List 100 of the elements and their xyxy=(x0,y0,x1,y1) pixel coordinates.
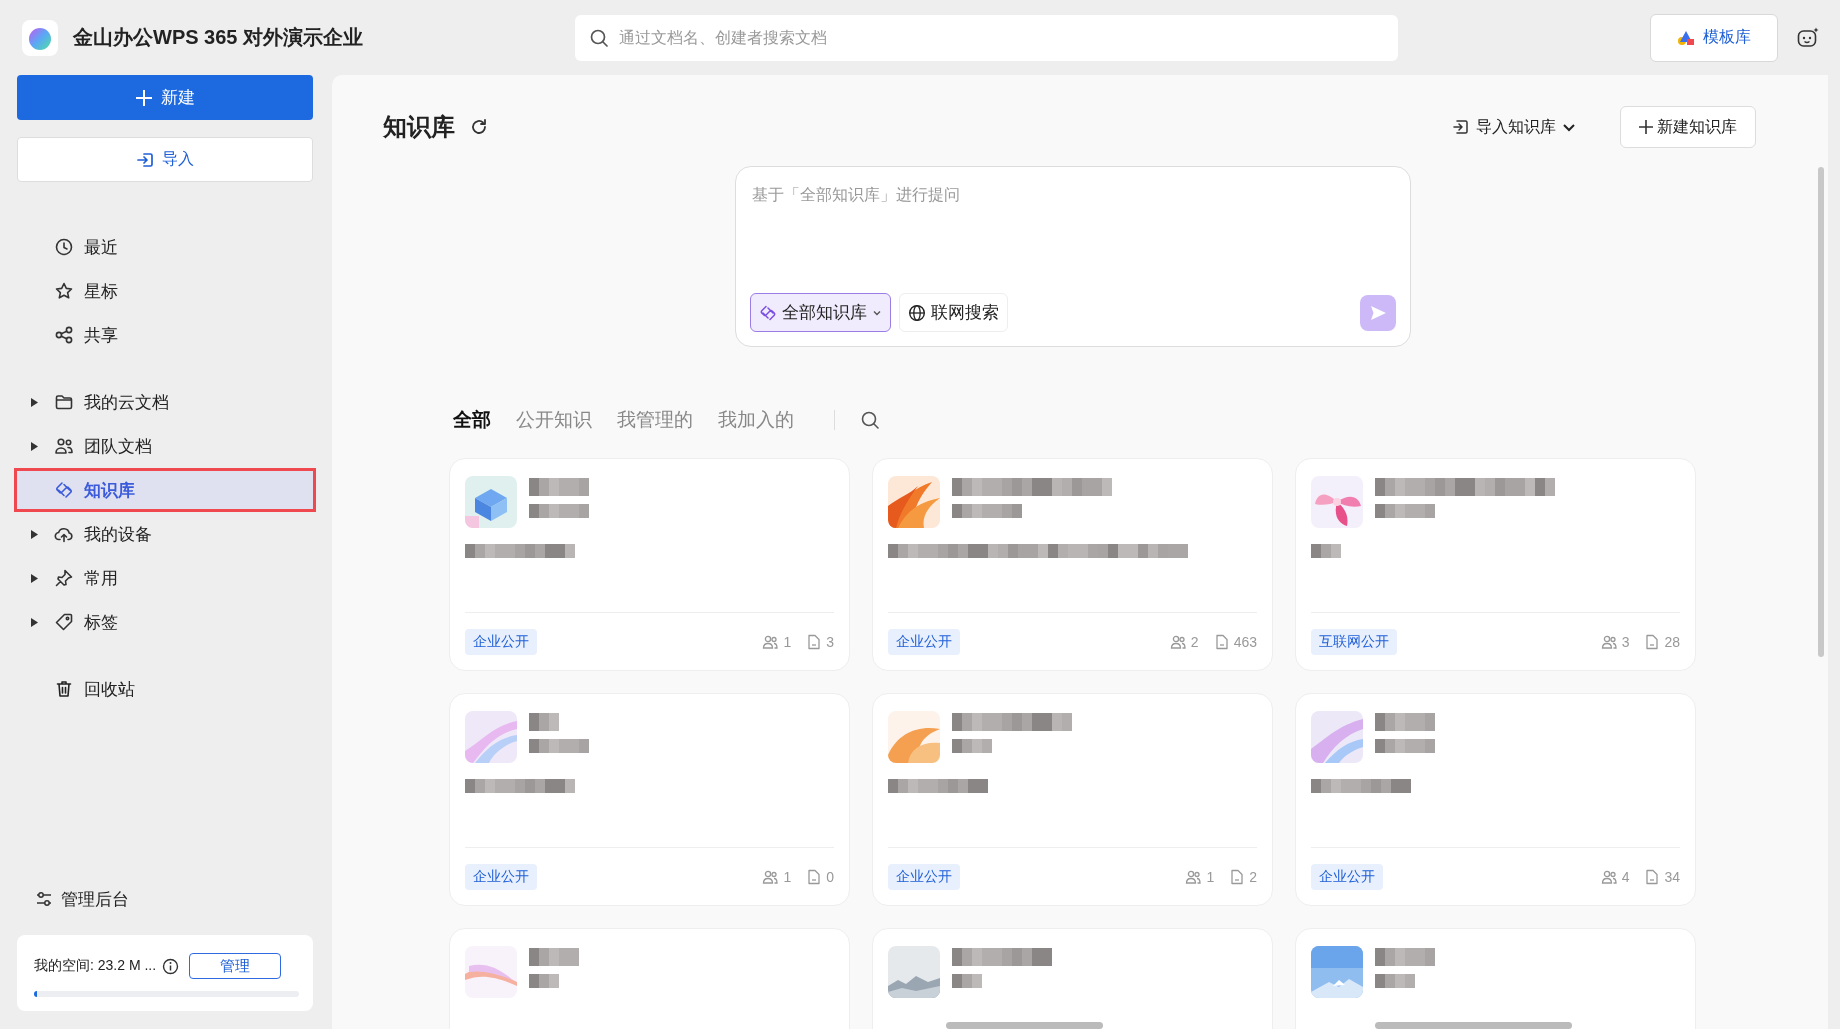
blurred-text xyxy=(529,739,589,753)
storage-label: 我的空间: 23.2 M ... xyxy=(34,957,157,975)
knowledge-base-card[interactable]: 互联网公开 3 28 xyxy=(1295,458,1696,671)
filter-tab[interactable]: 全部 xyxy=(453,407,491,433)
expand-caret-icon[interactable] xyxy=(30,441,39,451)
star-icon xyxy=(54,281,74,301)
blurred-text xyxy=(529,713,559,731)
plus-icon xyxy=(135,88,153,107)
visibility-tag: 企业公开 xyxy=(888,628,960,655)
nav-item[interactable]: 常用 xyxy=(14,556,316,600)
member-count: 1 xyxy=(783,633,792,650)
app-title: 金山办公WPS 365 对外演示企业 xyxy=(73,25,364,50)
blurred-text xyxy=(1375,713,1435,731)
document-icon xyxy=(1214,633,1229,650)
document-count: 2 xyxy=(1249,868,1257,885)
import-knowledge-base-menu[interactable]: 导入知识库 xyxy=(1446,115,1582,139)
blurred-text xyxy=(952,739,992,753)
blurred-text xyxy=(1311,544,1341,558)
blurred-text xyxy=(952,974,982,988)
document-icon xyxy=(807,633,822,650)
share-icon xyxy=(54,325,74,345)
expand-caret-icon[interactable] xyxy=(30,573,39,583)
people-icon xyxy=(1169,633,1186,650)
nav-item[interactable]: 团队文档 xyxy=(14,424,316,468)
nav-item[interactable]: 知识库 xyxy=(14,468,316,512)
member-count: 1 xyxy=(783,868,792,885)
scope-dropdown[interactable]: 全部知识库 xyxy=(749,293,891,332)
nav-item[interactable]: 标签 xyxy=(14,600,316,644)
people-icon xyxy=(762,868,779,885)
visibility-tag: 企业公开 xyxy=(465,628,537,655)
people-icon xyxy=(1600,633,1617,650)
blurred-text xyxy=(529,974,559,988)
people-icon xyxy=(54,436,74,456)
new-button[interactable]: 新建 xyxy=(17,75,313,120)
search-icon[interactable] xyxy=(860,410,880,430)
import-icon xyxy=(136,150,154,169)
template-library-button[interactable]: 模板库 xyxy=(1650,13,1778,62)
member-count: 4 xyxy=(1621,868,1630,885)
people-icon xyxy=(762,633,779,650)
admin-console-link[interactable]: 管理后台 xyxy=(17,879,313,919)
sliders-icon xyxy=(35,890,53,908)
document-count: 463 xyxy=(1233,633,1257,650)
blurred-text xyxy=(1375,504,1435,518)
member-count: 2 xyxy=(1190,633,1199,650)
refresh-icon[interactable] xyxy=(469,117,489,137)
clock-icon xyxy=(54,237,74,257)
expand-caret-icon[interactable] xyxy=(30,529,39,539)
new-knowledge-base-button[interactable]: 新建知识库 xyxy=(1620,106,1756,148)
visibility-tag: 企业公开 xyxy=(1311,863,1383,890)
blurred-text xyxy=(1375,974,1415,988)
knowledge-base-card[interactable]: 企业公开 1 3 xyxy=(449,458,850,671)
blurred-text xyxy=(952,504,1022,518)
document-count: 0 xyxy=(826,868,834,885)
visibility-tag: 企业公开 xyxy=(888,863,960,890)
knowledge-base-icon xyxy=(758,303,777,322)
pin-icon xyxy=(54,568,74,588)
nav-item[interactable]: 星标 xyxy=(14,269,316,313)
search-icon xyxy=(589,27,609,48)
plus-icon xyxy=(1639,120,1653,134)
expand-caret-icon[interactable] xyxy=(30,617,39,627)
member-count: 1 xyxy=(1206,868,1215,885)
blurred-text xyxy=(529,504,589,518)
blurred-text xyxy=(1375,739,1435,753)
scrollbar[interactable] xyxy=(1375,1022,1572,1029)
scrollbar[interactable] xyxy=(1818,167,1824,657)
knowledge-base-card[interactable]: 企业公开 4 34 xyxy=(1295,693,1696,906)
info-icon[interactable] xyxy=(162,957,180,975)
app-logo xyxy=(22,19,58,56)
nav-item[interactable]: 回收站 xyxy=(14,667,316,711)
import-icon xyxy=(1452,118,1470,136)
question-box[interactable]: 基于「全部知识库」进行提问 全部知识库 联网搜索 xyxy=(734,166,1411,347)
search-field[interactable]: 通过文档名、创建者搜索文档 xyxy=(575,14,1398,61)
nav-item[interactable]: 我的设备 xyxy=(14,512,316,556)
visibility-tag: 互联网公开 xyxy=(1311,628,1397,655)
document-count: 28 xyxy=(1664,633,1680,650)
blurred-text xyxy=(529,948,579,966)
scrollbar[interactable] xyxy=(946,1022,1103,1029)
knowledge-base-card[interactable]: 企业公开 1 0 xyxy=(449,693,850,906)
document-icon xyxy=(1645,868,1660,885)
blurred-text xyxy=(529,478,589,496)
document-icon xyxy=(1645,633,1660,650)
page-title: 知识库 xyxy=(383,112,455,142)
nav-item[interactable]: 最近 xyxy=(14,225,316,269)
document-count: 3 xyxy=(826,633,834,650)
people-icon xyxy=(1185,868,1202,885)
web-search-toggle[interactable]: 联网搜索 xyxy=(898,293,1008,332)
people-icon xyxy=(1600,868,1617,885)
expand-caret-icon[interactable] xyxy=(30,397,39,407)
trash-icon xyxy=(54,679,74,699)
knowledge-base-icon xyxy=(54,480,74,500)
knowledge-base-card[interactable]: 企业公开 2 463 xyxy=(872,458,1273,671)
tag-icon xyxy=(54,612,74,632)
nav-item[interactable]: 我的云文档 xyxy=(14,380,316,424)
document-icon xyxy=(807,868,822,885)
knowledge-base-card[interactable]: 企业公开 1 2 xyxy=(872,693,1273,906)
manage-button[interactable]: 管理 xyxy=(189,953,282,979)
nav-item[interactable]: 共享 xyxy=(14,313,316,357)
globe-icon xyxy=(907,303,926,322)
import-button[interactable]: 导入 xyxy=(17,137,313,182)
document-icon xyxy=(1230,868,1245,885)
